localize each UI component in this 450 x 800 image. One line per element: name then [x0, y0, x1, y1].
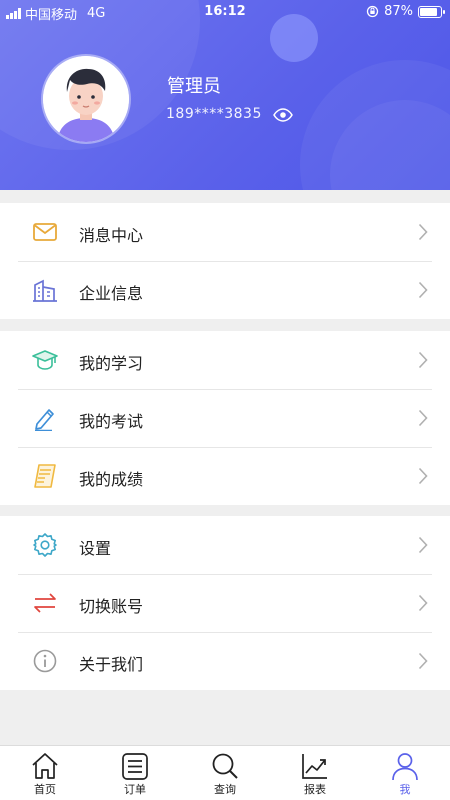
menu-item-my-learning[interactable]: 我的学习 — [0, 331, 450, 389]
menu-group-messages: 消息中心 企业信息 — [0, 203, 450, 319]
scorecard-icon — [34, 464, 56, 488]
info-icon — [33, 649, 57, 673]
tab-search[interactable]: 查询 — [180, 746, 270, 800]
profile-header: 中国移动 4G 16:12 87% 管理员 189****3835 — [0, 0, 450, 190]
tab-bar: 首页 订单 查询 报表 我 — [0, 745, 450, 800]
menu-item-label: 切换账号 — [79, 597, 144, 616]
tab-label: 首页 — [34, 783, 56, 796]
battery-percent: 87% — [384, 4, 413, 19]
chevron-right-icon — [418, 281, 428, 299]
tab-label: 查询 — [214, 783, 236, 796]
menu-item-label: 企业信息 — [79, 284, 144, 303]
battery-icon — [418, 5, 445, 18]
menu-item-about-us[interactable]: 关于我们 — [0, 632, 450, 690]
menu-item-message-center[interactable]: 消息中心 — [0, 203, 450, 261]
profile-name: 管理员 — [167, 76, 221, 97]
chevron-right-icon — [418, 536, 428, 554]
eye-icon[interactable] — [273, 108, 293, 122]
menu-item-settings[interactable]: 设置 — [0, 516, 450, 574]
home-icon — [32, 753, 58, 779]
menu-group-account: 设置 切换账号 关于我们 — [0, 516, 450, 690]
graduation-cap-icon — [32, 350, 58, 370]
menu-item-my-exam[interactable]: 我的考试 — [0, 389, 450, 447]
menu-item-my-scores[interactable]: 我的成绩 — [0, 447, 450, 505]
tab-home[interactable]: 首页 — [0, 746, 90, 800]
chevron-right-icon — [418, 409, 428, 427]
list-icon — [122, 753, 148, 780]
chevron-right-icon — [418, 351, 428, 369]
tab-me[interactable]: 我 — [360, 746, 450, 800]
profile-phone: 189****3835 — [166, 106, 262, 122]
user-icon — [392, 753, 418, 781]
mail-icon — [33, 223, 57, 241]
chevron-right-icon — [418, 594, 428, 612]
chevron-right-icon — [418, 467, 428, 485]
chevron-right-icon — [418, 652, 428, 670]
tab-label: 我 — [399, 783, 411, 796]
switch-arrows-icon — [34, 593, 56, 613]
tab-label: 报表 — [304, 783, 326, 796]
tab-orders[interactable]: 订单 — [90, 746, 180, 800]
menu-item-switch-account[interactable]: 切换账号 — [0, 574, 450, 632]
pencil-icon — [35, 409, 54, 431]
status-bar: 中国移动 4G 16:12 87% — [0, 0, 450, 24]
chart-icon — [302, 754, 327, 779]
avatar[interactable] — [43, 56, 129, 142]
tab-reports[interactable]: 报表 — [270, 746, 360, 800]
chevron-right-icon — [418, 223, 428, 241]
menu-item-label: 我的学习 — [79, 354, 144, 373]
menu-item-label: 设置 — [79, 539, 112, 558]
building-icon — [33, 279, 57, 302]
gear-icon — [33, 533, 57, 557]
menu-item-label: 消息中心 — [79, 226, 144, 245]
tab-label: 订单 — [124, 783, 146, 796]
menu-item-label: 我的成绩 — [79, 470, 144, 489]
menu-item-label: 我的考试 — [79, 412, 144, 431]
menu-item-label: 关于我们 — [79, 655, 144, 674]
menu-item-company-info[interactable]: 企业信息 — [0, 261, 450, 319]
menu-group-learning: 我的学习 我的考试 我的成绩 — [0, 331, 450, 505]
search-icon — [212, 753, 238, 779]
orientation-lock-icon — [366, 5, 379, 18]
